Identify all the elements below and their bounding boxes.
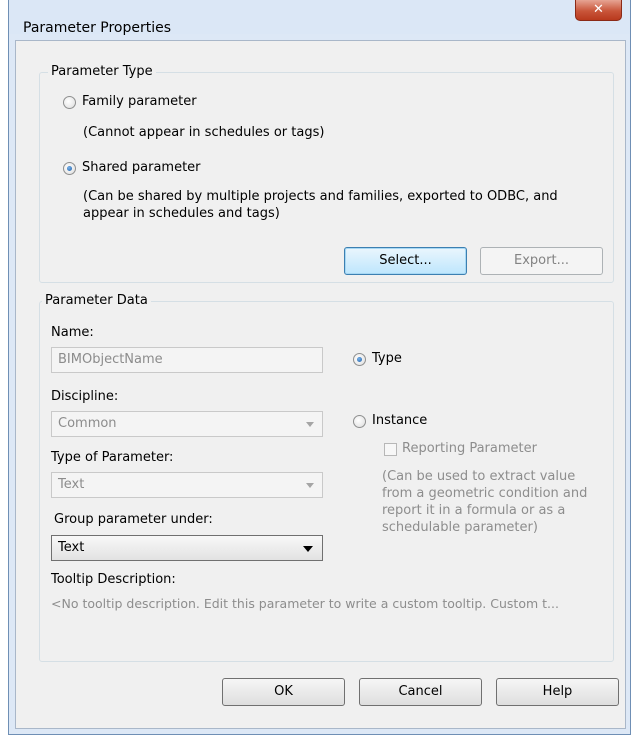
window-title: Parameter Properties bbox=[23, 20, 172, 36]
parameter-properties-dialog: Parameter Properties ✕ Parameter Type Fa… bbox=[8, 0, 631, 735]
parameter-type-legend: Parameter Type bbox=[48, 64, 156, 79]
discipline-label: Discipline: bbox=[51, 389, 119, 404]
chevron-down-icon bbox=[303, 546, 313, 552]
name-label: Name: bbox=[51, 325, 94, 340]
select-button[interactable]: Select... bbox=[344, 247, 467, 275]
tooltip-description-label: Tooltip Description: bbox=[51, 572, 176, 587]
reporting-note-line4: schedulable parameter) bbox=[382, 520, 538, 535]
reporting-note-line2: from a geometric condition and bbox=[382, 486, 588, 501]
close-button[interactable]: ✕ bbox=[575, 0, 622, 21]
family-parameter-label[interactable]: Family parameter bbox=[82, 94, 197, 109]
type-radio-label[interactable]: Type bbox=[372, 351, 402, 366]
family-parameter-note: (Cannot appear in schedules or tags) bbox=[83, 125, 325, 140]
chevron-down-icon bbox=[306, 483, 314, 488]
name-field[interactable]: BIMObjectName bbox=[51, 347, 323, 373]
type-of-parameter-dropdown[interactable]: Text bbox=[51, 472, 323, 498]
discipline-dropdown[interactable]: Common bbox=[51, 411, 323, 437]
discipline-value: Common bbox=[58, 416, 117, 431]
group-parameter-label: Group parameter under: bbox=[54, 512, 213, 527]
instance-radio-label[interactable]: Instance bbox=[372, 413, 427, 428]
cancel-button[interactable]: Cancel bbox=[359, 678, 482, 706]
group-parameter-dropdown[interactable]: Text bbox=[51, 535, 323, 561]
chevron-down-icon bbox=[306, 422, 314, 427]
reporting-parameter-checkbox[interactable] bbox=[384, 443, 397, 456]
type-radio[interactable] bbox=[353, 353, 366, 366]
export-button[interactable]: Export... bbox=[480, 247, 603, 275]
shared-parameter-note-line2: appear in schedules and tags) bbox=[83, 206, 280, 221]
instance-radio[interactable] bbox=[353, 415, 366, 428]
reporting-note-line1: (Can be used to extract value bbox=[382, 469, 576, 484]
help-button[interactable]: Help bbox=[496, 678, 619, 706]
group-parameter-value: Text bbox=[58, 540, 85, 555]
family-parameter-radio[interactable] bbox=[63, 96, 76, 109]
reporting-parameter-label[interactable]: Reporting Parameter bbox=[402, 441, 537, 456]
shared-parameter-note-line1: (Can be shared by multiple projects and … bbox=[83, 189, 558, 204]
shared-parameter-radio[interactable] bbox=[63, 162, 76, 175]
parameter-data-legend: Parameter Data bbox=[42, 293, 151, 308]
ok-button[interactable]: OK bbox=[222, 678, 345, 706]
reporting-note-line3: report it in a formula or as a bbox=[382, 503, 566, 518]
shared-parameter-label[interactable]: Shared parameter bbox=[82, 160, 201, 175]
dialog-client: Parameter Type Family parameter (Cannot … bbox=[15, 40, 626, 729]
tooltip-description-text[interactable]: <No tooltip description. Edit this param… bbox=[51, 596, 611, 611]
close-icon: ✕ bbox=[593, 2, 604, 17]
type-of-parameter-value: Text bbox=[58, 477, 85, 492]
type-of-parameter-label: Type of Parameter: bbox=[51, 450, 174, 465]
title-bar[interactable]: Parameter Properties ✕ bbox=[9, 0, 630, 36]
